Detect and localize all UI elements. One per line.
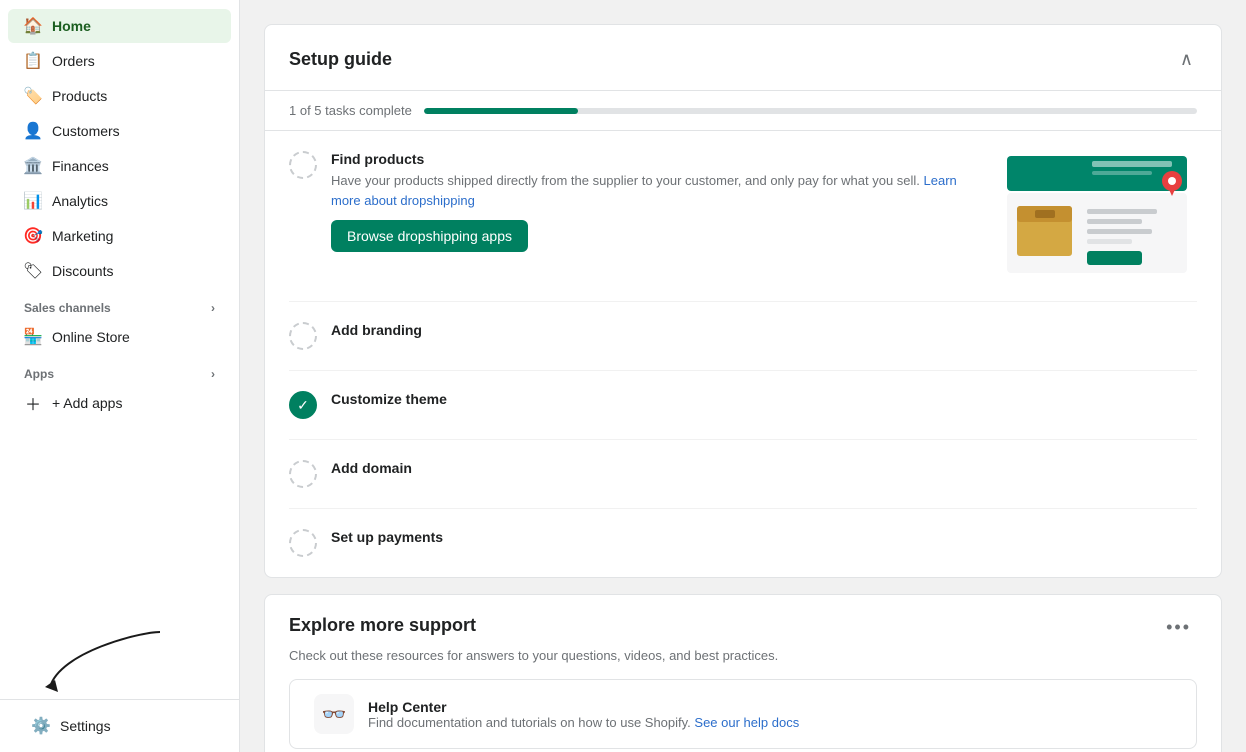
help-docs-link[interactable]: See our help docs [694,715,799,730]
sidebar-item-analytics[interactable]: 📊 Analytics [8,184,231,218]
resource-item-help-center: 👓 Help Center Find documentation and tut… [289,679,1197,749]
sidebar: 🏠 Home 📋 Orders 🏷️ Products 👤 Customers … [0,0,240,752]
main-content: Setup guide ∧ 1 of 5 tasks complete Find… [240,0,1246,752]
sales-channels-label: Sales channels [24,301,111,315]
products-icon: 🏷️ [24,87,42,105]
customize-theme-content: Customize theme [331,391,1197,411]
sidebar-item-orders-label: Orders [52,53,95,69]
sidebar-item-discounts-label: Discounts [52,263,113,279]
progress-bar-background [424,108,1197,114]
find-products-content: Find products Have your products shipped… [331,151,983,252]
setup-item-set-up-payments: Set up payments [289,509,1197,577]
setup-item-add-branding: Add branding [289,302,1197,371]
progress-text: 1 of 5 tasks complete [289,103,412,118]
sidebar-item-finances[interactable]: 🏛️ Finances [8,149,231,183]
customers-icon: 👤 [24,122,42,140]
add-branding-content: Add branding [331,322,1197,342]
set-up-payments-content: Set up payments [331,529,1197,549]
set-up-payments-title: Set up payments [331,529,1197,545]
add-apps-icon: ＋ [24,394,42,412]
sidebar-item-analytics-label: Analytics [52,193,108,209]
browse-dropshipping-button[interactable]: Browse dropshipping apps [331,220,528,252]
help-center-desc: Find documentation and tutorials on how … [368,715,799,730]
discounts-icon: 🏷 [24,262,42,280]
home-icon: 🏠 [24,17,42,35]
setup-items-list: Find products Have your products shipped… [265,131,1221,577]
online-store-icon: 🏪 [24,328,42,346]
help-center-content: Help Center Find documentation and tutor… [368,699,799,730]
setup-guide-card: Setup guide ∧ 1 of 5 tasks complete Find… [264,24,1222,578]
add-domain-content: Add domain [331,460,1197,480]
sidebar-item-customers[interactable]: 👤 Customers [8,114,231,148]
progress-row: 1 of 5 tasks complete [265,91,1221,131]
find-products-title: Find products [331,151,983,167]
sidebar-item-settings-label: Settings [60,718,111,734]
add-branding-status-icon [289,322,317,350]
apps-section: Apps › [0,355,239,385]
setup-item-add-domain: Add domain [289,440,1197,509]
set-up-payments-status-icon [289,529,317,557]
sidebar-item-products-label: Products [52,88,107,104]
progress-bar-fill [424,108,579,114]
sidebar-item-online-store[interactable]: 🏪 Online Store [8,320,231,354]
sidebar-item-add-apps-label: + Add apps [52,395,122,411]
help-center-icon: 👓 [314,694,354,734]
support-header: Explore more support ••• [265,595,1221,648]
marketing-icon: 🎯 [24,227,42,245]
customize-theme-title: Customize theme [331,391,1197,407]
sidebar-item-marketing[interactable]: 🎯 Marketing [8,219,231,253]
find-products-desc: Have your products shipped directly from… [331,171,983,210]
sidebar-item-products[interactable]: 🏷️ Products [8,79,231,113]
sidebar-item-home-label: Home [52,18,91,34]
apps-chevron-icon: › [211,367,215,381]
setup-guide-title: Setup guide [289,49,392,70]
setup-item-find-products: Find products Have your products shipped… [289,131,1197,302]
support-desc: Check out these resources for answers to… [265,648,1221,679]
sidebar-nav: 🏠 Home 📋 Orders 🏷️ Products 👤 Customers … [0,0,239,699]
add-domain-status-icon [289,460,317,488]
collapse-button[interactable]: ∧ [1176,45,1197,74]
sidebar-item-home[interactable]: 🏠 Home [8,9,231,43]
setup-item-customize-theme: ✓ Customize theme [289,371,1197,440]
analytics-icon: 📊 [24,192,42,210]
support-title: Explore more support [289,615,476,636]
support-title-block: Explore more support [289,615,476,636]
apps-label: Apps [24,367,54,381]
sidebar-item-finances-label: Finances [52,158,109,174]
sales-channels-chevron-icon: › [211,301,215,315]
add-branding-title: Add branding [331,322,1197,338]
sidebar-item-settings[interactable]: ⚙️ Settings [16,709,223,743]
finances-icon: 🏛️ [24,157,42,175]
add-domain-title: Add domain [331,460,1197,476]
find-products-status-icon [289,151,317,179]
sidebar-item-add-apps[interactable]: ＋ + Add apps [8,386,231,420]
setup-guide-header: Setup guide ∧ [265,25,1221,91]
sidebar-bottom: ⚙️ Settings [0,699,239,752]
sidebar-item-customers-label: Customers [52,123,120,139]
sales-channels-section: Sales channels › [0,289,239,319]
customize-theme-status-icon: ✓ [289,391,317,419]
sidebar-item-orders[interactable]: 📋 Orders [8,44,231,78]
support-more-button[interactable]: ••• [1160,615,1197,640]
sidebar-item-discounts[interactable]: 🏷 Discounts [8,254,231,288]
orders-icon: 📋 [24,52,42,70]
explore-support-card: Explore more support ••• Check out these… [264,594,1222,752]
settings-icon: ⚙️ [32,717,50,735]
find-products-illustration [997,151,1197,281]
sidebar-item-marketing-label: Marketing [52,228,113,244]
sidebar-item-online-store-label: Online Store [52,329,130,345]
help-center-title: Help Center [368,699,799,715]
